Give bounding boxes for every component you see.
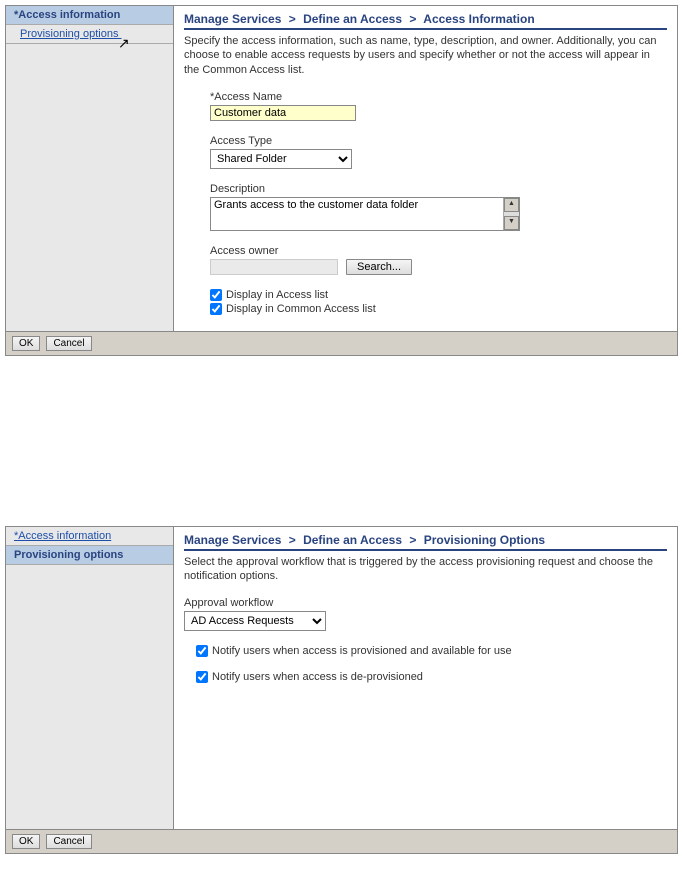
scroll-up-icon[interactable]: ▲ <box>504 198 519 212</box>
panel-footer: OK Cancel <box>6 331 677 355</box>
breadcrumb: Manage Services > Define an Access > Pro… <box>184 533 667 547</box>
breadcrumb-part: Manage Services <box>184 533 281 547</box>
title-divider <box>184 28 667 30</box>
breadcrumb: Manage Services > Define an Access > Acc… <box>184 12 667 26</box>
access-name-label: *Access Name <box>210 91 667 103</box>
sidebar-item-label: Provisioning options <box>14 549 123 561</box>
ok-button[interactable]: OK <box>12 834 40 849</box>
title-divider <box>184 549 667 551</box>
sidebar: *Access information Provisioning options <box>6 527 174 830</box>
display-common-access-checkbox[interactable] <box>210 303 222 315</box>
checkbox-label: Display in Common Access list <box>226 303 376 315</box>
sidebar-item-label: Provisioning options <box>20 28 118 40</box>
chevron-icon: > <box>409 12 416 26</box>
panel-description: Specify the access information, such as … <box>184 34 667 77</box>
breadcrumb-part: Manage Services <box>184 12 281 26</box>
content-area: Manage Services > Define an Access > Pro… <box>174 527 677 830</box>
notify-provisioned-checkbox[interactable] <box>196 645 208 657</box>
sidebar: *Access information Provisioning options <box>6 6 174 331</box>
checkbox-label: Notify users when access is de-provision… <box>212 671 423 683</box>
access-type-select[interactable]: Shared Folder <box>211 150 351 168</box>
search-button[interactable]: Search... <box>346 259 412 275</box>
panel-footer: OK Cancel <box>6 829 677 853</box>
cancel-button[interactable]: Cancel <box>46 336 91 351</box>
provisioning-options-panel: *Access information Provisioning options… <box>5 526 678 855</box>
breadcrumb-part: Access Information <box>423 12 534 26</box>
access-type-label: Access Type <box>210 135 667 147</box>
approval-workflow-select[interactable]: AD Access Requests <box>185 612 325 630</box>
owner-label: Access owner <box>210 245 667 257</box>
description-textarea[interactable]: Grants access to the customer data folde… <box>211 198 503 230</box>
checkbox-label: Display in Access list <box>226 289 328 301</box>
notify-deprovisioned-checkbox[interactable] <box>196 671 208 683</box>
breadcrumb-part: Define an Access <box>303 12 402 26</box>
chevron-icon: > <box>409 533 416 547</box>
owner-input[interactable] <box>210 259 338 275</box>
checkbox-label: Notify users when access is provisioned … <box>212 645 512 657</box>
scroll-down-icon[interactable]: ▼ <box>504 216 519 230</box>
breadcrumb-part: Provisioning Options <box>424 533 545 547</box>
chevron-icon: > <box>289 533 296 547</box>
access-info-panel: *Access information Provisioning options… <box>5 5 678 356</box>
cancel-button[interactable]: Cancel <box>46 834 91 849</box>
ok-button[interactable]: OK <box>12 336 40 351</box>
access-name-input[interactable] <box>210 105 356 121</box>
chevron-icon: > <box>289 12 296 26</box>
panel-description: Select the approval workflow that is tri… <box>184 555 667 584</box>
display-access-list-checkbox[interactable] <box>210 289 222 301</box>
approval-workflow-label: Approval workflow <box>184 597 667 609</box>
description-label: Description <box>210 183 667 195</box>
sidebar-item-access-info[interactable]: *Access information <box>6 527 173 546</box>
sidebar-item-provisioning[interactable]: Provisioning options <box>6 25 173 44</box>
sidebar-item-provisioning[interactable]: Provisioning options <box>6 546 173 565</box>
content-area: Manage Services > Define an Access > Acc… <box>174 6 677 331</box>
sidebar-item-access-info[interactable]: *Access information <box>6 6 173 25</box>
sidebar-item-label: *Access information <box>14 9 120 21</box>
sidebar-item-label: *Access information <box>14 530 111 542</box>
scrollbar[interactable]: ▲ ▼ <box>503 198 519 230</box>
breadcrumb-part: Define an Access <box>303 533 402 547</box>
